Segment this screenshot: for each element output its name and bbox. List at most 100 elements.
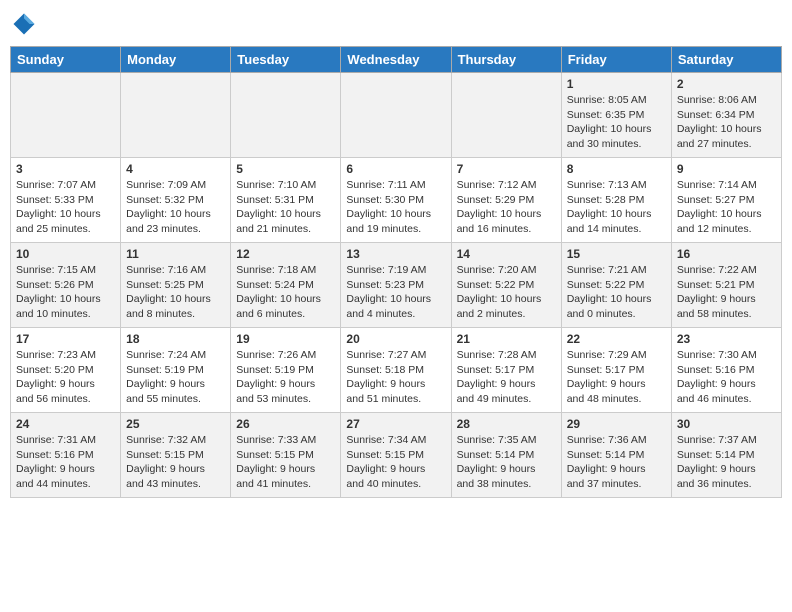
calendar-week-row: 3 Sunrise: 7:07 AM Sunset: 5:33 PM Daylig… <box>11 158 782 243</box>
calendar-cell <box>451 73 561 158</box>
calendar-cell: 1 Sunrise: 8:05 AM Sunset: 6:35 PM Daylig… <box>561 73 671 158</box>
day-number: 28 <box>457 417 556 431</box>
calendar-cell: 21Sunrise: 7:28 AM Sunset: 5:17 PM Dayli… <box>451 328 561 413</box>
day-info: Sunrise: 7:27 AM Sunset: 5:18 PM Dayligh… <box>346 348 445 407</box>
day-number: 23 <box>677 332 776 346</box>
calendar-cell: 24 Sunrise: 7:31 AM Sunset: 5:16 PM Dayli… <box>11 413 121 498</box>
day-info: Sunrise: 7:15 AM Sunset: 5:26 PM Dayligh… <box>16 263 115 322</box>
day-info: Sunrise: 7:24 AM Sunset: 5:19 PM Dayligh… <box>126 348 225 407</box>
calendar-cell: 10Sunrise: 7:15 AM Sunset: 5:26 PM Dayli… <box>11 243 121 328</box>
calendar-cell: 16 Sunrise: 7:22 AM Sunset: 5:21 PM Dayli… <box>671 243 781 328</box>
day-number: 18 <box>126 332 225 346</box>
calendar-cell: 25 Sunrise: 7:32 AM Sunset: 5:15 PM Dayli… <box>121 413 231 498</box>
day-info: Sunrise: 7:31 AM Sunset: 5:16 PM Dayligh… <box>16 433 115 492</box>
day-number: 15 <box>567 247 666 261</box>
weekday-header-row: SundayMondayTuesdayWednesdayThursdayFrid… <box>11 47 782 73</box>
calendar-week-row: 10Sunrise: 7:15 AM Sunset: 5:26 PM Dayli… <box>11 243 782 328</box>
calendar-cell: 5Sunrise: 7:10 AM Sunset: 5:31 PM Daylig… <box>231 158 341 243</box>
day-number: 3 <box>16 162 115 176</box>
calendar-cell: 13 Sunrise: 7:19 AM Sunset: 5:23 PM Dayli… <box>341 243 451 328</box>
day-info: Sunrise: 7:23 AM Sunset: 5:20 PM Dayligh… <box>16 348 115 407</box>
day-info: Sunrise: 8:05 AM Sunset: 6:35 PM Dayligh… <box>567 93 666 152</box>
day-info: Sunrise: 8:06 AM Sunset: 6:34 PM Dayligh… <box>677 93 776 152</box>
weekday-header-monday: Monday <box>121 47 231 73</box>
weekday-header-tuesday: Tuesday <box>231 47 341 73</box>
day-number: 25 <box>126 417 225 431</box>
day-info: Sunrise: 7:20 AM Sunset: 5:22 PM Dayligh… <box>457 263 556 322</box>
weekday-header-sunday: Sunday <box>11 47 121 73</box>
calendar-cell <box>11 73 121 158</box>
day-info: Sunrise: 7:09 AM Sunset: 5:32 PM Dayligh… <box>126 178 225 237</box>
day-number: 29 <box>567 417 666 431</box>
day-number: 24 <box>16 417 115 431</box>
day-number: 17 <box>16 332 115 346</box>
calendar-cell: 20 Sunrise: 7:27 AM Sunset: 5:18 PM Dayli… <box>341 328 451 413</box>
day-info: Sunrise: 7:12 AM Sunset: 5:29 PM Dayligh… <box>457 178 556 237</box>
day-info: Sunrise: 7:35 AM Sunset: 5:14 PM Dayligh… <box>457 433 556 492</box>
calendar-cell: 28 Sunrise: 7:35 AM Sunset: 5:14 PM Dayli… <box>451 413 561 498</box>
calendar-cell: 12Sunrise: 7:18 AM Sunset: 5:24 PM Dayli… <box>231 243 341 328</box>
calendar-cell: 19 Sunrise: 7:26 AM Sunset: 5:19 PM Dayli… <box>231 328 341 413</box>
calendar-cell: 4 Sunrise: 7:09 AM Sunset: 5:32 PM Daylig… <box>121 158 231 243</box>
day-info: Sunrise: 7:37 AM Sunset: 5:14 PM Dayligh… <box>677 433 776 492</box>
calendar-cell <box>341 73 451 158</box>
weekday-header-friday: Friday <box>561 47 671 73</box>
day-number: 6 <box>346 162 445 176</box>
day-info: Sunrise: 7:07 AM Sunset: 5:33 PM Dayligh… <box>16 178 115 237</box>
day-number: 13 <box>346 247 445 261</box>
day-number: 21 <box>457 332 556 346</box>
calendar-cell: 11Sunrise: 7:16 AM Sunset: 5:25 PM Dayli… <box>121 243 231 328</box>
day-info: Sunrise: 7:18 AM Sunset: 5:24 PM Dayligh… <box>236 263 335 322</box>
calendar-cell: 8 Sunrise: 7:13 AM Sunset: 5:28 PM Daylig… <box>561 158 671 243</box>
page-header <box>10 10 782 38</box>
calendar-cell: 7 Sunrise: 7:12 AM Sunset: 5:29 PM Daylig… <box>451 158 561 243</box>
weekday-header-saturday: Saturday <box>671 47 781 73</box>
day-info: Sunrise: 7:22 AM Sunset: 5:21 PM Dayligh… <box>677 263 776 322</box>
weekday-header-wednesday: Wednesday <box>341 47 451 73</box>
day-number: 27 <box>346 417 445 431</box>
calendar-cell: 30 Sunrise: 7:37 AM Sunset: 5:14 PM Dayli… <box>671 413 781 498</box>
day-number: 8 <box>567 162 666 176</box>
day-number: 16 <box>677 247 776 261</box>
day-number: 11 <box>126 247 225 261</box>
calendar-cell <box>121 73 231 158</box>
day-info: Sunrise: 7:19 AM Sunset: 5:23 PM Dayligh… <box>346 263 445 322</box>
day-number: 14 <box>457 247 556 261</box>
calendar-cell: 6 Sunrise: 7:11 AM Sunset: 5:30 PM Daylig… <box>341 158 451 243</box>
day-info: Sunrise: 7:32 AM Sunset: 5:15 PM Dayligh… <box>126 433 225 492</box>
day-info: Sunrise: 7:13 AM Sunset: 5:28 PM Dayligh… <box>567 178 666 237</box>
calendar-week-row: 17 Sunrise: 7:23 AM Sunset: 5:20 PM Dayli… <box>11 328 782 413</box>
weekday-header-thursday: Thursday <box>451 47 561 73</box>
day-info: Sunrise: 7:29 AM Sunset: 5:17 PM Dayligh… <box>567 348 666 407</box>
calendar-cell: 23 Sunrise: 7:30 AM Sunset: 5:16 PM Dayli… <box>671 328 781 413</box>
calendar-cell: 26 Sunrise: 7:33 AM Sunset: 5:15 PM Dayli… <box>231 413 341 498</box>
calendar-cell: 9 Sunrise: 7:14 AM Sunset: 5:27 PM Daylig… <box>671 158 781 243</box>
calendar-cell: 3 Sunrise: 7:07 AM Sunset: 5:33 PM Daylig… <box>11 158 121 243</box>
day-number: 26 <box>236 417 335 431</box>
day-number: 2 <box>677 77 776 91</box>
calendar-cell <box>231 73 341 158</box>
day-info: Sunrise: 7:36 AM Sunset: 5:14 PM Dayligh… <box>567 433 666 492</box>
day-info: Sunrise: 7:14 AM Sunset: 5:27 PM Dayligh… <box>677 178 776 237</box>
day-info: Sunrise: 7:21 AM Sunset: 5:22 PM Dayligh… <box>567 263 666 322</box>
day-number: 9 <box>677 162 776 176</box>
calendar-week-row: 1 Sunrise: 8:05 AM Sunset: 6:35 PM Daylig… <box>11 73 782 158</box>
day-number: 7 <box>457 162 556 176</box>
calendar-week-row: 24 Sunrise: 7:31 AM Sunset: 5:16 PM Dayli… <box>11 413 782 498</box>
day-info: Sunrise: 7:30 AM Sunset: 5:16 PM Dayligh… <box>677 348 776 407</box>
day-info: Sunrise: 7:33 AM Sunset: 5:15 PM Dayligh… <box>236 433 335 492</box>
day-info: Sunrise: 7:34 AM Sunset: 5:15 PM Dayligh… <box>346 433 445 492</box>
calendar-cell: 17 Sunrise: 7:23 AM Sunset: 5:20 PM Dayli… <box>11 328 121 413</box>
calendar-cell: 2 Sunrise: 8:06 AM Sunset: 6:34 PM Daylig… <box>671 73 781 158</box>
day-number: 19 <box>236 332 335 346</box>
day-number: 30 <box>677 417 776 431</box>
day-number: 4 <box>126 162 225 176</box>
day-number: 20 <box>346 332 445 346</box>
calendar-cell: 14 Sunrise: 7:20 AM Sunset: 5:22 PM Dayli… <box>451 243 561 328</box>
day-info: Sunrise: 7:10 AM Sunset: 5:31 PM Dayligh… <box>236 178 335 237</box>
calendar-cell: 18 Sunrise: 7:24 AM Sunset: 5:19 PM Dayli… <box>121 328 231 413</box>
day-info: Sunrise: 7:26 AM Sunset: 5:19 PM Dayligh… <box>236 348 335 407</box>
day-number: 1 <box>567 77 666 91</box>
day-info: Sunrise: 7:11 AM Sunset: 5:30 PM Dayligh… <box>346 178 445 237</box>
day-number: 22 <box>567 332 666 346</box>
